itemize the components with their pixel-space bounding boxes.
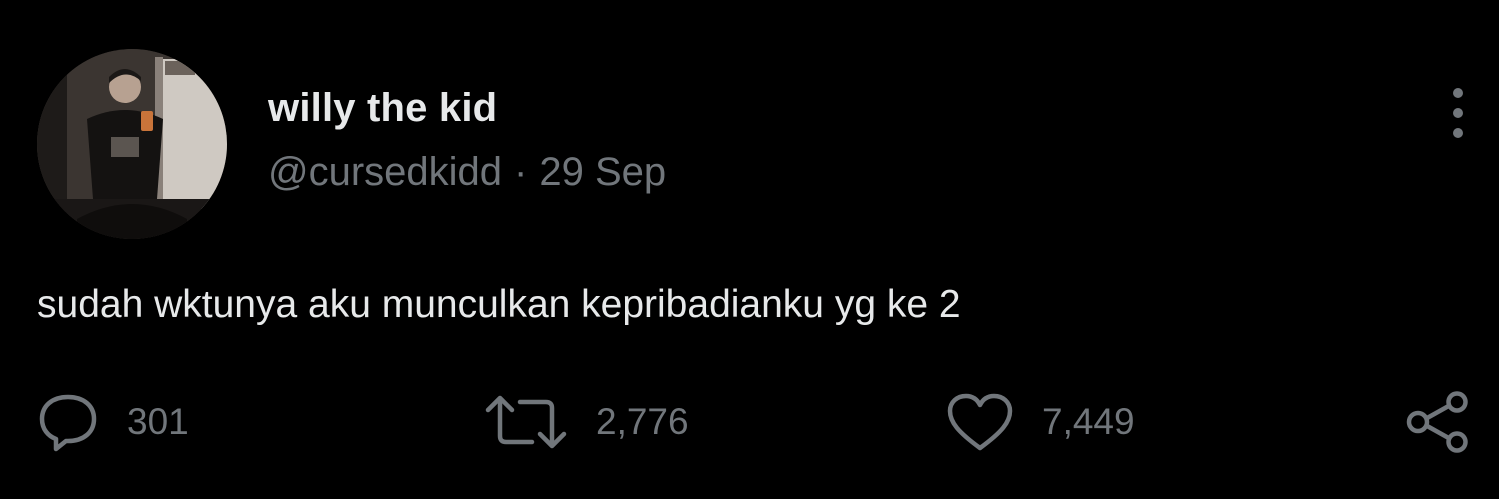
handle[interactable]: @cursedkidd	[268, 150, 502, 194]
display-name[interactable]: willy the kid	[268, 86, 497, 131]
more-options-button[interactable]	[1440, 84, 1476, 142]
reply-button[interactable]: 301	[37, 392, 189, 452]
reply-count: 301	[127, 401, 189, 442]
retweet-count: 2,776	[596, 401, 689, 442]
tweet-card[interactable]: willy the kid @cursedkidd · 29 Sep sudah w…	[0, 0, 1499, 499]
meta-separator: ·	[514, 150, 528, 194]
tweet-text: sudah wktunya aku munculkan kepribadiank…	[37, 283, 961, 326]
share-button[interactable]	[1404, 391, 1472, 453]
retweet-icon	[484, 392, 568, 452]
like-button[interactable]: 7,449	[946, 392, 1135, 452]
tweet-meta: @cursedkidd · 29 Sep	[268, 150, 666, 195]
more-vertical-icon-dot	[1453, 108, 1463, 118]
like-count: 7,449	[1042, 401, 1135, 442]
reply-icon	[37, 391, 99, 453]
heart-icon	[946, 392, 1014, 452]
more-vertical-icon-dot	[1453, 128, 1463, 138]
share-icon	[1404, 391, 1472, 453]
avatar[interactable]	[37, 49, 227, 239]
more-vertical-icon	[1453, 88, 1463, 98]
retweet-button[interactable]: 2,776	[484, 392, 689, 452]
tweet-date[interactable]: 29 Sep	[539, 150, 666, 194]
